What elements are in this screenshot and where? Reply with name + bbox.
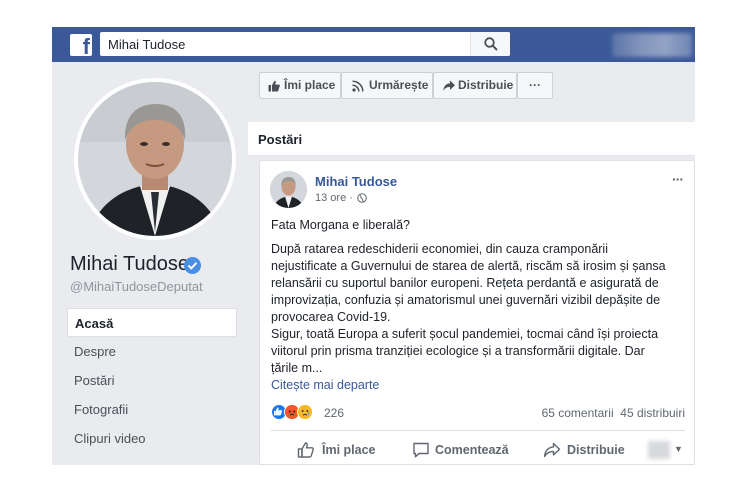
reaction-count[interactable]: 226 [324, 406, 344, 420]
share-arrow-icon [443, 80, 455, 91]
page-nav: Acasă Despre Postări Fotografii Clipuri … [67, 308, 237, 453]
post-like-label: Îmi place [322, 443, 376, 457]
post-text-line: Fata Morgana e liberală? [271, 218, 410, 232]
posts-section-header: Postări [248, 122, 695, 156]
page-more-button[interactable]: ··· [517, 72, 553, 99]
comment-label: Comentează [435, 443, 509, 457]
globe-icon [357, 193, 367, 203]
logo-glyph: f [82, 34, 90, 56]
shares-count[interactable]: 45 distribuiri [620, 406, 685, 420]
posts-title: Postări [258, 132, 303, 147]
post-options-icon[interactable]: ··· [672, 171, 684, 187]
thumbs-up-outline-icon [297, 442, 314, 458]
nav-item-photos[interactable]: Fotografii [67, 395, 237, 424]
search-button[interactable] [470, 32, 510, 56]
more-dots-icon: ··· [529, 78, 541, 92]
search-input[interactable] [100, 32, 470, 56]
search-icon [484, 37, 498, 51]
post-share-label: Distribuie [567, 443, 625, 457]
post-author-avatar[interactable] [270, 171, 307, 208]
nav-item-videos[interactable]: Clipuri video [67, 424, 237, 453]
rss-follow-icon [352, 80, 364, 92]
page-share-label: Distribuie [458, 78, 514, 92]
profile-picture[interactable] [74, 78, 236, 240]
share-outline-icon [543, 442, 561, 458]
nav-item-posts[interactable]: Postări [67, 366, 237, 395]
page-like-button[interactable]: Îmi place [259, 72, 341, 99]
profile-photo [78, 82, 232, 236]
page-handle[interactable]: @MihaiTudoseDeputat [70, 279, 203, 294]
comments-count[interactable]: 65 comentarii [542, 406, 614, 420]
page-like-label: Îmi place [284, 78, 336, 92]
verified-badge-icon [184, 257, 201, 274]
engagement-counts: 65 comentarii 45 distribuiri [542, 406, 685, 420]
blurred-account-area [612, 33, 692, 57]
post-text-line: relansării cu suportul banilor europeni.… [271, 276, 659, 290]
post-text-line: După ratarea redeschiderii economiei, di… [271, 242, 608, 256]
post-text-line: țările m... [271, 361, 323, 375]
page-share-button[interactable]: Distribuie [433, 72, 517, 99]
post-share-button[interactable]: Distribuie [543, 441, 633, 461]
post-divider [271, 430, 685, 431]
page-name[interactable]: Mihai Tudose [70, 253, 189, 276]
comment-button[interactable]: Comentează [412, 441, 522, 461]
post-text-line: viitorul prin prisma tranziției ecologic… [271, 344, 645, 358]
follow-label: Urmărește [369, 78, 429, 92]
browser-frame: f Mihai Tudose Mihai Tudose @MihaiTudose… [52, 27, 695, 465]
post-timestamp[interactable]: 13 ore · [315, 192, 353, 204]
post-text-line: improvizația, confuzia și amatorismul un… [271, 293, 661, 307]
post-text-line: provocarea Covid-19. [271, 310, 391, 324]
comment-bubble-icon [413, 442, 429, 458]
search-box[interactable] [100, 32, 510, 56]
top-bar: f [52, 27, 695, 62]
chevron-down-icon[interactable]: ▼ [674, 444, 683, 454]
nav-item-about[interactable]: Despre [67, 337, 237, 366]
thumbs-up-icon [268, 80, 280, 92]
follow-button[interactable]: Urmărește [341, 72, 433, 99]
facebook-logo-icon[interactable]: f [70, 34, 92, 56]
sad-reaction-icon [297, 404, 313, 420]
nav-item-home[interactable]: Acasă [67, 308, 237, 337]
reaction-icons[interactable] [271, 404, 326, 421]
post-card: Mihai Tudose 13 ore · ··· Fata Morgana e… [259, 160, 695, 465]
see-more-link[interactable]: Citește mai departe [271, 378, 379, 392]
post-like-button[interactable]: Îmi place [297, 441, 387, 461]
post-text-line: nejustificate a Guvernului de starea de … [271, 259, 666, 273]
post-text-line: Sigur, toată Europa a suferit șocul pand… [271, 327, 659, 341]
post-author-name[interactable]: Mihai Tudose [315, 174, 397, 189]
blurred-audience-avatar [648, 441, 670, 459]
